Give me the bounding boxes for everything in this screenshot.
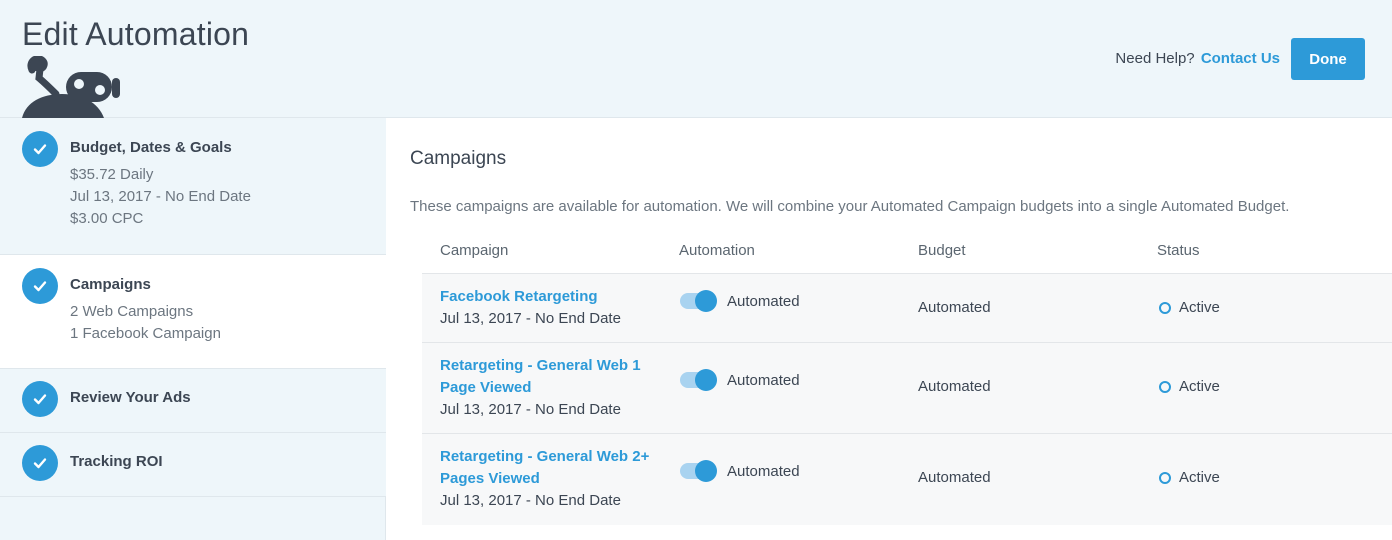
step-title: Tracking ROI xyxy=(70,453,163,470)
campaign-name-link[interactable]: Retargeting - General Web 2+ Pages Viewe… xyxy=(440,446,650,490)
check-icon xyxy=(22,445,58,481)
step-title: Review Your Ads xyxy=(70,389,191,406)
section-title: Campaigns xyxy=(410,148,507,169)
status-badge: Active xyxy=(1179,378,1220,395)
table-header: Campaign Automation Budget Status xyxy=(422,230,1392,274)
campaigns-table: Campaign Automation Budget Status Facebo… xyxy=(422,230,1392,525)
campaign-date: Jul 13, 2017 - No End Date xyxy=(440,492,621,509)
campaign-name-line: Pages Viewed xyxy=(440,470,540,487)
help-text: Need Help? Contact Us xyxy=(1115,50,1280,67)
campaign-date: Jul 13, 2017 - No End Date xyxy=(440,401,621,418)
check-icon xyxy=(22,131,58,167)
campaign-name-line: Retargeting - General Web 2+ xyxy=(440,448,650,465)
toggle-knob xyxy=(695,460,717,482)
sidebar: Budget, Dates & Goals $35.72 Daily Jul 1… xyxy=(0,118,386,540)
automation-toggle[interactable] xyxy=(680,290,717,312)
step-detail: Jul 13, 2017 - No End Date xyxy=(70,188,251,205)
campaign-name-link[interactable]: Retargeting - General Web 1 Page Viewed xyxy=(440,355,650,399)
step-title: Budget, Dates & Goals xyxy=(70,139,232,156)
status-badge: Active xyxy=(1179,299,1220,316)
status-circle-icon xyxy=(1159,302,1171,314)
step-detail: $3.00 CPC xyxy=(70,210,144,227)
step-detail: 1 Facebook Campaign xyxy=(70,325,221,342)
budget-value: Automated xyxy=(918,378,991,395)
check-icon xyxy=(22,268,58,304)
status-badge: Active xyxy=(1179,469,1220,486)
sidebar-step-tracking-roi[interactable]: Tracking ROI xyxy=(0,433,386,497)
robot-mascot-icon xyxy=(22,56,120,118)
campaign-name-line: Page Viewed xyxy=(440,379,532,396)
step-detail: $35.72 Daily xyxy=(70,166,154,183)
status-circle-icon xyxy=(1159,381,1171,393)
contact-us-link[interactable]: Contact Us xyxy=(1201,50,1280,67)
automation-toggle[interactable] xyxy=(680,369,717,391)
status-circle-icon xyxy=(1159,472,1171,484)
campaign-name-link[interactable]: Facebook Retargeting xyxy=(440,286,650,308)
table-row: Retargeting - General Web 2+ Pages Viewe… xyxy=(422,434,1392,525)
budget-value: Automated xyxy=(918,299,991,316)
toggle-knob xyxy=(695,369,717,391)
toggle-knob xyxy=(695,290,717,312)
step-title: Campaigns xyxy=(70,276,151,293)
check-icon xyxy=(22,381,58,417)
column-header-automation: Automation xyxy=(679,242,755,259)
campaign-name-line: Retargeting - General Web 1 xyxy=(440,357,641,374)
step-detail: 2 Web Campaigns xyxy=(70,303,194,320)
campaign-date: Jul 13, 2017 - No End Date xyxy=(440,310,621,327)
table-row: Retargeting - General Web 1 Page Viewed … xyxy=(422,343,1392,434)
page-title: Edit Automation xyxy=(22,16,250,52)
column-header-status: Status xyxy=(1157,242,1200,259)
done-button[interactable]: Done xyxy=(1291,38,1365,80)
sidebar-step-campaigns[interactable]: Campaigns 2 Web Campaigns 1 Facebook Cam… xyxy=(0,255,386,369)
help-label: Need Help? xyxy=(1115,50,1195,67)
intro-text: These campaigns are available for automa… xyxy=(410,198,1290,215)
sidebar-step-budget[interactable]: Budget, Dates & Goals $35.72 Daily Jul 1… xyxy=(0,118,386,255)
main-content: Campaigns These campaigns are available … xyxy=(387,118,1392,540)
column-header-budget: Budget xyxy=(918,242,966,259)
budget-value: Automated xyxy=(918,469,991,486)
automation-label: Automated xyxy=(727,463,800,480)
column-header-campaign: Campaign xyxy=(440,242,509,259)
automation-label: Automated xyxy=(727,293,800,310)
sidebar-step-review-ads[interactable]: Review Your Ads xyxy=(0,369,386,433)
automation-label: Automated xyxy=(727,372,800,389)
table-row: Facebook Retargeting Jul 13, 2017 - No E… xyxy=(422,274,1392,343)
page-header: Edit Automation Need Help? Contact Us Do… xyxy=(0,0,1392,118)
automation-toggle[interactable] xyxy=(680,460,717,482)
